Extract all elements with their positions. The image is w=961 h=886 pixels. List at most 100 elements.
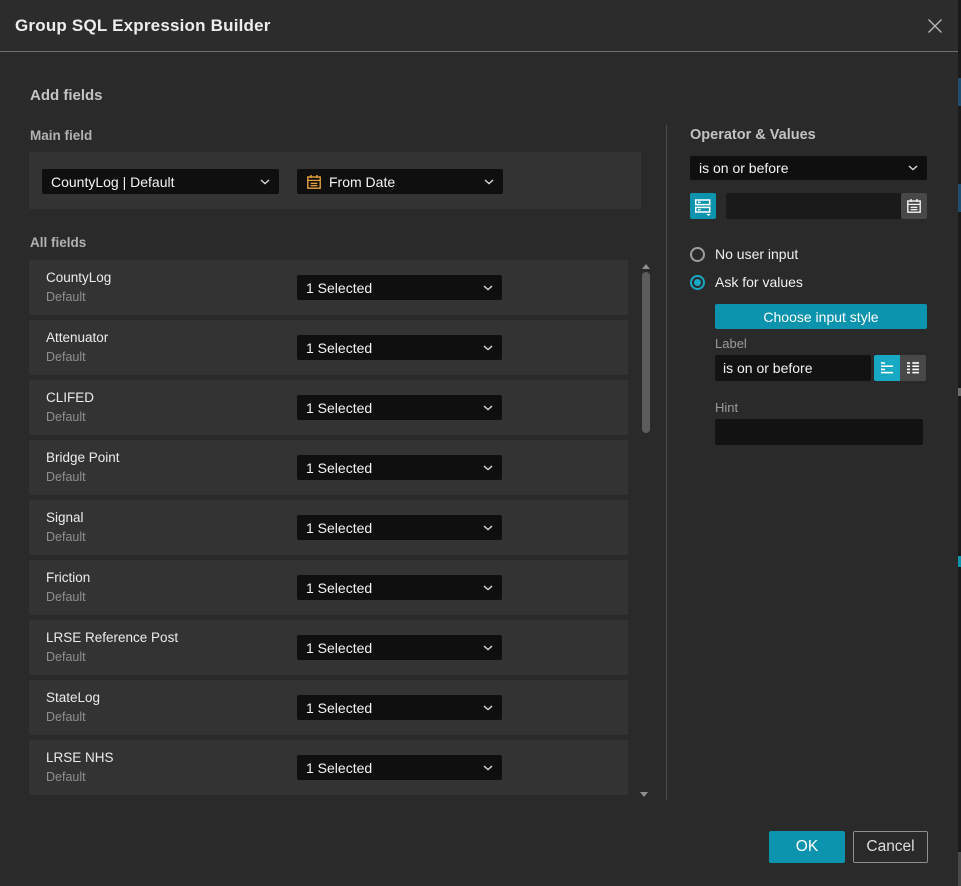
field-subtitle: Default — [46, 530, 86, 544]
chevron-down-icon — [483, 465, 493, 471]
field-subtitle: Default — [46, 470, 86, 484]
chevron-down-icon — [483, 765, 493, 771]
radio-row-ask-for-values: Ask for values — [690, 274, 803, 290]
field-subtitle: Default — [46, 410, 86, 424]
close-button[interactable] — [920, 11, 950, 41]
no-user-input-label: No user input — [715, 246, 798, 262]
single-line-style-icon — [874, 355, 900, 381]
all-fields-label: All fields — [30, 235, 86, 250]
field-row: Friction Default 1 Selected — [29, 560, 628, 615]
dialog-titlebar: Group SQL Expression Builder — [0, 0, 958, 52]
field-selected-value: 1 Selected — [306, 340, 483, 356]
hint-input[interactable] — [715, 419, 923, 445]
field-name: CLIFED — [46, 390, 94, 405]
field-selected-dropdown[interactable]: 1 Selected — [297, 275, 502, 300]
operator-dropdown[interactable]: is on or before — [690, 156, 927, 180]
field-selected-dropdown[interactable]: 1 Selected — [297, 455, 502, 480]
field-selected-value: 1 Selected — [306, 700, 483, 716]
field-selected-dropdown[interactable]: 1 Selected — [297, 395, 502, 420]
field-selected-dropdown[interactable]: 1 Selected — [297, 755, 502, 780]
operator-value: is on or before — [699, 160, 908, 176]
main-field-label: Main field — [30, 128, 92, 143]
chevron-down-icon — [908, 165, 918, 171]
chevron-down-icon — [483, 585, 493, 591]
chevron-down-icon — [483, 405, 493, 411]
field-subtitle: Default — [46, 350, 86, 364]
field-row: Attenuator Default 1 Selected — [29, 320, 628, 375]
date-value-input[interactable] — [726, 193, 927, 219]
main-field-layer-value: CountyLog | Default — [51, 174, 260, 190]
field-name: LRSE NHS — [46, 750, 114, 765]
chevron-down-icon — [483, 285, 493, 291]
field-selected-value: 1 Selected — [306, 460, 483, 476]
radio-row-no-user-input: No user input — [690, 246, 798, 262]
scrollbar-up-arrow-icon[interactable] — [642, 264, 650, 269]
field-subtitle: Default — [46, 710, 86, 724]
field-row: LRSE NHS Default 1 Selected — [29, 740, 628, 795]
field-name: Bridge Point — [46, 450, 120, 465]
chevron-down-icon — [483, 645, 493, 651]
no-user-input-radio[interactable] — [690, 247, 705, 262]
main-field-layer-dropdown[interactable]: CountyLog | Default — [42, 169, 279, 194]
field-row: Signal Default 1 Selected — [29, 500, 628, 555]
chevron-down-icon — [260, 179, 270, 185]
field-selected-value: 1 Selected — [306, 580, 483, 596]
field-subtitle: Default — [46, 770, 86, 784]
label-label: Label — [715, 336, 747, 351]
field-name: CountyLog — [46, 270, 111, 285]
screen: Group SQL Expression Builder Add fields … — [0, 0, 961, 886]
field-selected-dropdown[interactable]: 1 Selected — [297, 335, 502, 360]
chevron-down-icon — [483, 345, 493, 351]
field-selected-value: 1 Selected — [306, 640, 483, 656]
field-selected-dropdown[interactable]: 1 Selected — [297, 635, 502, 660]
main-field-field-value: From Date — [329, 174, 484, 190]
add-fields-heading: Add fields — [30, 87, 103, 104]
field-row: LRSE Reference Post Default 1 Selected — [29, 620, 628, 675]
ok-button[interactable]: OK — [769, 831, 845, 863]
input-type-icon — [690, 193, 716, 219]
set-input-type-button[interactable] — [690, 193, 716, 219]
field-subtitle: Default — [46, 590, 86, 604]
field-name: LRSE Reference Post — [46, 630, 178, 645]
calendar-icon — [306, 174, 322, 190]
field-subtitle: Default — [46, 650, 86, 664]
chevron-down-icon — [484, 179, 494, 185]
group-sql-expression-builder-dialog: Group SQL Expression Builder Add fields … — [0, 0, 958, 886]
main-field-panel: CountyLog | Default From Date — [29, 152, 641, 209]
field-selected-dropdown[interactable]: 1 Selected — [297, 695, 502, 720]
field-selected-value: 1 Selected — [306, 760, 483, 776]
field-name: Attenuator — [46, 330, 108, 345]
chevron-down-icon — [483, 525, 493, 531]
column-separator — [666, 125, 667, 800]
field-selected-dropdown[interactable]: 1 Selected — [297, 575, 502, 600]
list-style-icon — [900, 355, 926, 381]
label-input-value: is on or before — [723, 360, 813, 376]
dialog-title: Group SQL Expression Builder — [15, 0, 271, 52]
scrollbar-thumb[interactable] — [642, 272, 650, 433]
label-style-toggle — [874, 355, 926, 381]
field-name: Signal — [46, 510, 84, 525]
field-selected-value: 1 Selected — [306, 400, 483, 416]
field-subtitle: Default — [46, 290, 86, 304]
choose-input-style-button[interactable]: Choose input style — [715, 304, 927, 329]
date-picker-button[interactable] — [901, 193, 927, 219]
scrollbar-down-arrow-icon[interactable] — [640, 792, 648, 797]
close-icon — [927, 18, 943, 34]
calendar-icon — [906, 198, 922, 214]
field-name: Friction — [46, 570, 90, 585]
main-field-field-dropdown[interactable]: From Date — [297, 169, 503, 194]
single-line-style-button[interactable] — [874, 355, 900, 381]
ask-for-values-label: Ask for values — [715, 274, 803, 290]
cancel-button[interactable]: Cancel — [853, 831, 928, 863]
field-selected-value: 1 Selected — [306, 520, 483, 536]
chevron-down-icon — [483, 705, 493, 711]
field-row: CountyLog Default 1 Selected — [29, 260, 628, 315]
all-fields-list: CountyLog Default 1 Selected Attenuator … — [29, 260, 628, 800]
label-input[interactable]: is on or before — [715, 355, 871, 381]
operator-values-heading: Operator & Values — [690, 127, 816, 143]
field-row: StateLog Default 1 Selected — [29, 680, 628, 735]
field-row: CLIFED Default 1 Selected — [29, 380, 628, 435]
list-style-button[interactable] — [900, 355, 926, 381]
ask-for-values-radio[interactable] — [690, 275, 705, 290]
field-selected-dropdown[interactable]: 1 Selected — [297, 515, 502, 540]
